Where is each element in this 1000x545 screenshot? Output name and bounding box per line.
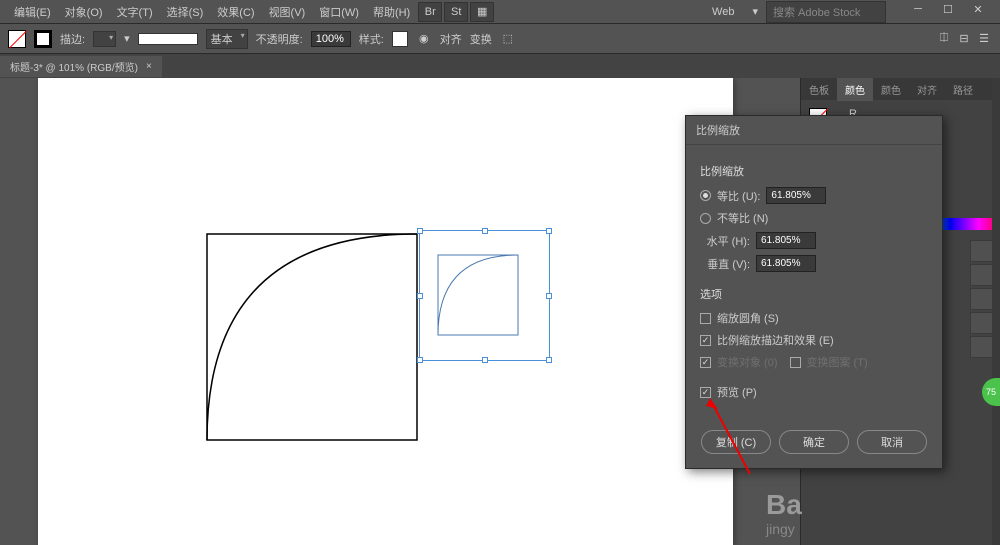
menu-help[interactable]: 帮助(H): [367, 2, 416, 22]
nonuniform-radio[interactable]: [700, 213, 711, 224]
menu-view[interactable]: 视图(V): [263, 2, 312, 22]
scale-corners-checkbox[interactable]: [700, 313, 711, 324]
search-stock-input[interactable]: 搜索 Adobe Stock: [766, 1, 886, 23]
canvas[interactable]: [0, 78, 800, 545]
vertical-label: 垂直 (V):: [700, 256, 750, 272]
large-arc-shape[interactable]: [206, 233, 418, 441]
preview-label: 预览 (P): [717, 384, 757, 400]
setup-icon[interactable]: ⎅: [936, 31, 952, 47]
ok-button[interactable]: 确定: [779, 430, 849, 454]
uniform-input[interactable]: 61.805%: [766, 187, 826, 204]
uniform-label: 等比 (U):: [717, 188, 760, 204]
close-button[interactable]: ✕: [964, 3, 992, 21]
fill-swatch[interactable]: [8, 30, 26, 48]
panel-tab-color[interactable]: 颜色: [837, 78, 873, 101]
cancel-button[interactable]: 取消: [857, 430, 927, 454]
watermark: Ba jingy: [766, 489, 802, 537]
align-label[interactable]: 对齐: [440, 31, 462, 47]
transform-pat-checkbox: [790, 357, 801, 368]
scale-dialog: 比例缩放 比例缩放 等比 (U): 61.805% 不等比 (N) 水平 (H)…: [685, 115, 943, 469]
nonuniform-label: 不等比 (N): [717, 210, 768, 226]
workspace-name[interactable]: Web: [702, 4, 744, 20]
preview-checkbox[interactable]: ✓: [700, 387, 711, 398]
maximize-button[interactable]: ☐: [934, 3, 962, 21]
menu-effect[interactable]: 效果(C): [211, 2, 260, 22]
menu-icon[interactable]: ☰: [976, 31, 992, 47]
options-label: 选项: [700, 286, 928, 302]
opacity-label: 不透明度:: [256, 31, 303, 47]
menu-object[interactable]: 对象(O): [59, 2, 109, 22]
stroke-label: 描边:: [60, 31, 85, 47]
arrange-icon[interactable]: ▦: [470, 2, 494, 22]
panel-tabs: 色板 颜色 颜色 对齐 路径: [801, 78, 1000, 100]
panel-tab-swatches[interactable]: 色板: [801, 78, 837, 101]
menu-select[interactable]: 选择(S): [161, 2, 210, 22]
stroke-swatch[interactable]: [34, 30, 52, 48]
stock-icon[interactable]: St: [444, 2, 468, 22]
transform-pat-label: 变换图案 (T): [807, 354, 868, 370]
chevron-down-icon: ▾: [752, 5, 758, 18]
opacity-input[interactable]: 100%: [311, 31, 351, 47]
minimize-button[interactable]: ─: [904, 3, 932, 21]
menubar: 编辑(E) 对象(O) 文字(T) 选择(S) 效果(C) 视图(V) 窗口(W…: [0, 0, 1000, 24]
control-bar: 描边: ▾ 基本 不透明度: 100% 样式: ◉ 对齐 变换 ⬚ ⎅ ⊟ ☰: [0, 24, 1000, 54]
document-tab-bar: 标题-3* @ 101% (RGB/预览) ×: [0, 54, 1000, 78]
copy-button[interactable]: 复制 (C): [701, 430, 771, 454]
horizontal-label: 水平 (H):: [700, 233, 750, 249]
menu-window[interactable]: 窗口(W): [313, 2, 365, 22]
horizontal-input[interactable]: 61.805%: [756, 232, 816, 249]
chevron-icon: ▾: [124, 32, 130, 45]
vertical-input[interactable]: 61.805%: [756, 255, 816, 272]
scale-corners-label: 缩放圆角 (S): [717, 310, 779, 326]
dialog-title: 比例缩放: [686, 116, 942, 145]
panel-tab-color2[interactable]: 颜色: [873, 78, 909, 101]
panel-edge: [992, 78, 1000, 545]
brush-style-dropdown[interactable]: 基本: [206, 29, 248, 49]
panel-tab-path[interactable]: 路径: [945, 78, 981, 101]
transform-label[interactable]: 变换: [470, 31, 492, 47]
tab-title: 标题-3* @ 101% (RGB/预览): [10, 59, 138, 74]
pref-icon[interactable]: ⊟: [956, 31, 972, 47]
recolor-icon[interactable]: ◉: [416, 31, 432, 47]
scale-strokes-checkbox[interactable]: ✓: [700, 335, 711, 346]
graphic-style-swatch[interactable]: [392, 31, 408, 47]
document-tab[interactable]: 标题-3* @ 101% (RGB/预览) ×: [0, 56, 162, 77]
stroke-profile[interactable]: [138, 33, 198, 45]
tab-close-icon[interactable]: ×: [146, 61, 152, 72]
transform-obj-label: 变换对象 (0): [717, 354, 778, 370]
transform-obj-checkbox: ✓: [700, 357, 711, 368]
menu-type[interactable]: 文字(T): [111, 2, 159, 22]
uniform-radio[interactable]: [700, 190, 711, 201]
scale-strokes-label: 比例缩放描边和效果 (E): [717, 332, 834, 348]
stroke-weight-dropdown[interactable]: [93, 31, 116, 47]
bridge-icon[interactable]: Br: [418, 2, 442, 22]
style-label: 样式:: [359, 31, 384, 47]
menu-edit[interactable]: 编辑(E): [8, 2, 57, 22]
small-arc-shape[interactable]: [437, 254, 519, 336]
isolate-icon[interactable]: ⬚: [500, 31, 516, 47]
scale-group-label: 比例缩放: [700, 163, 928, 179]
panel-tab-align[interactable]: 对齐: [909, 78, 945, 101]
